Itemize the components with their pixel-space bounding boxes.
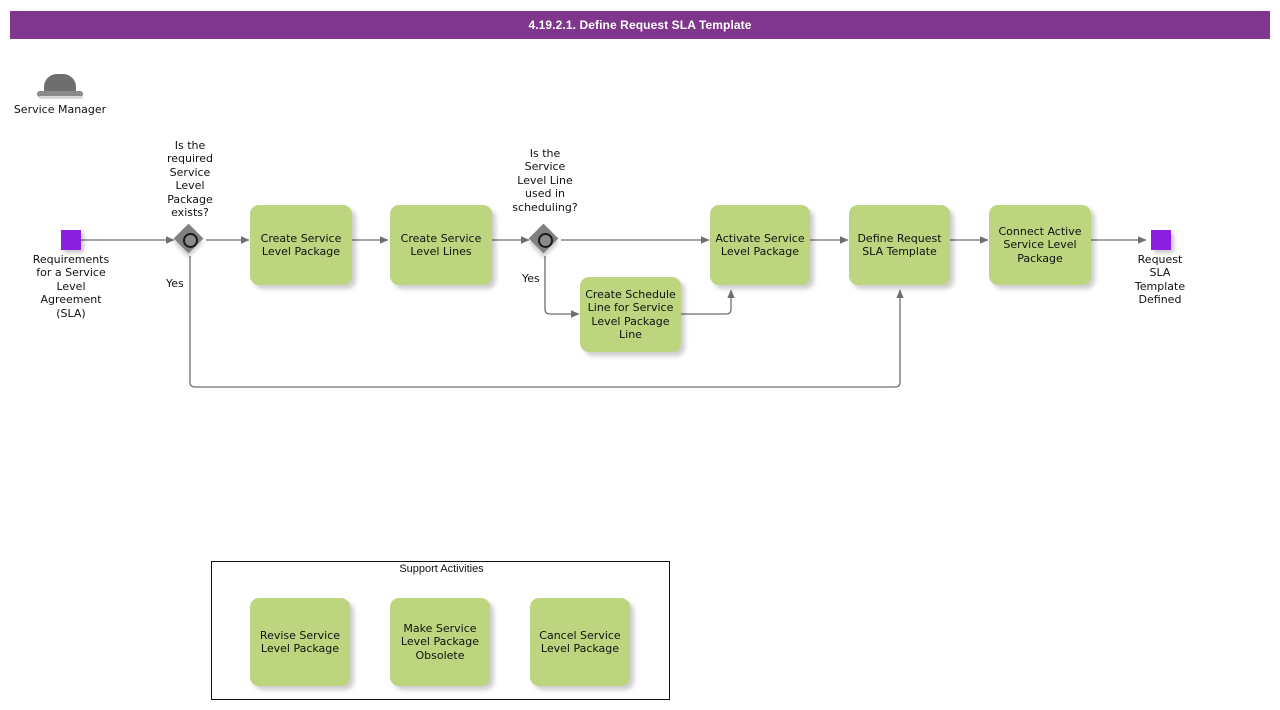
task-create-service-level-package[interactable]: Create Service Level Package (250, 205, 352, 285)
task-activate-service-level-package[interactable]: Activate Service Level Package (710, 205, 810, 285)
bowler-hat-icon (37, 74, 83, 100)
task-create-schedule-line-for-service-level-package-line[interactable]: Create Schedule Line for Service Level P… (580, 277, 681, 352)
flow-gw2-yes-to-create-schedule-line (544, 256, 580, 318)
task-create-service-level-lines[interactable]: Create Service Level Lines (390, 205, 492, 285)
task-define-request-sla-template[interactable]: Define Request SLA Template (849, 205, 950, 285)
gateway-service-level-package-exists[interactable] (173, 223, 205, 255)
flow-create-schedule-line-to-activate-slp (681, 289, 735, 315)
title-bar: 4.19.2.1. Define Request SLA Template (10, 11, 1270, 39)
role-service-manager: Service Manager (5, 74, 115, 116)
task-revise-service-level-package[interactable]: Revise Service Level Package (250, 598, 350, 686)
diagram-canvas: 4.19.2.1. Define Request SLA Template Se… (0, 0, 1280, 710)
task-connect-active-service-level-package[interactable]: Connect Active Service Level Package (989, 205, 1091, 285)
task-cancel-service-level-package[interactable]: Cancel Service Level Package (530, 598, 630, 686)
gateway-1-label: Is the required Service Level Package ex… (166, 139, 214, 220)
task-make-service-level-package-obsolete[interactable]: Make Service Level Package Obsolete (390, 598, 490, 686)
gateway-1-yes-label: Yes (166, 277, 184, 290)
role-label: Service Manager (13, 103, 107, 116)
start-event-label: Requirements for a Service Level Agreeme… (32, 253, 110, 320)
end-event-label: Request SLA Template Defined (1134, 253, 1186, 307)
page-title: 4.19.2.1. Define Request SLA Template (528, 18, 752, 32)
gateway-service-level-line-used-in-scheduling[interactable] (528, 223, 560, 255)
gateway-2-yes-label: Yes (522, 272, 540, 285)
gateway-2-label: Is the Service Level Line used in schedu… (512, 147, 578, 214)
support-activities-title: Support Activities (399, 563, 484, 575)
start-event[interactable] (61, 230, 81, 250)
end-event[interactable] (1151, 230, 1171, 250)
